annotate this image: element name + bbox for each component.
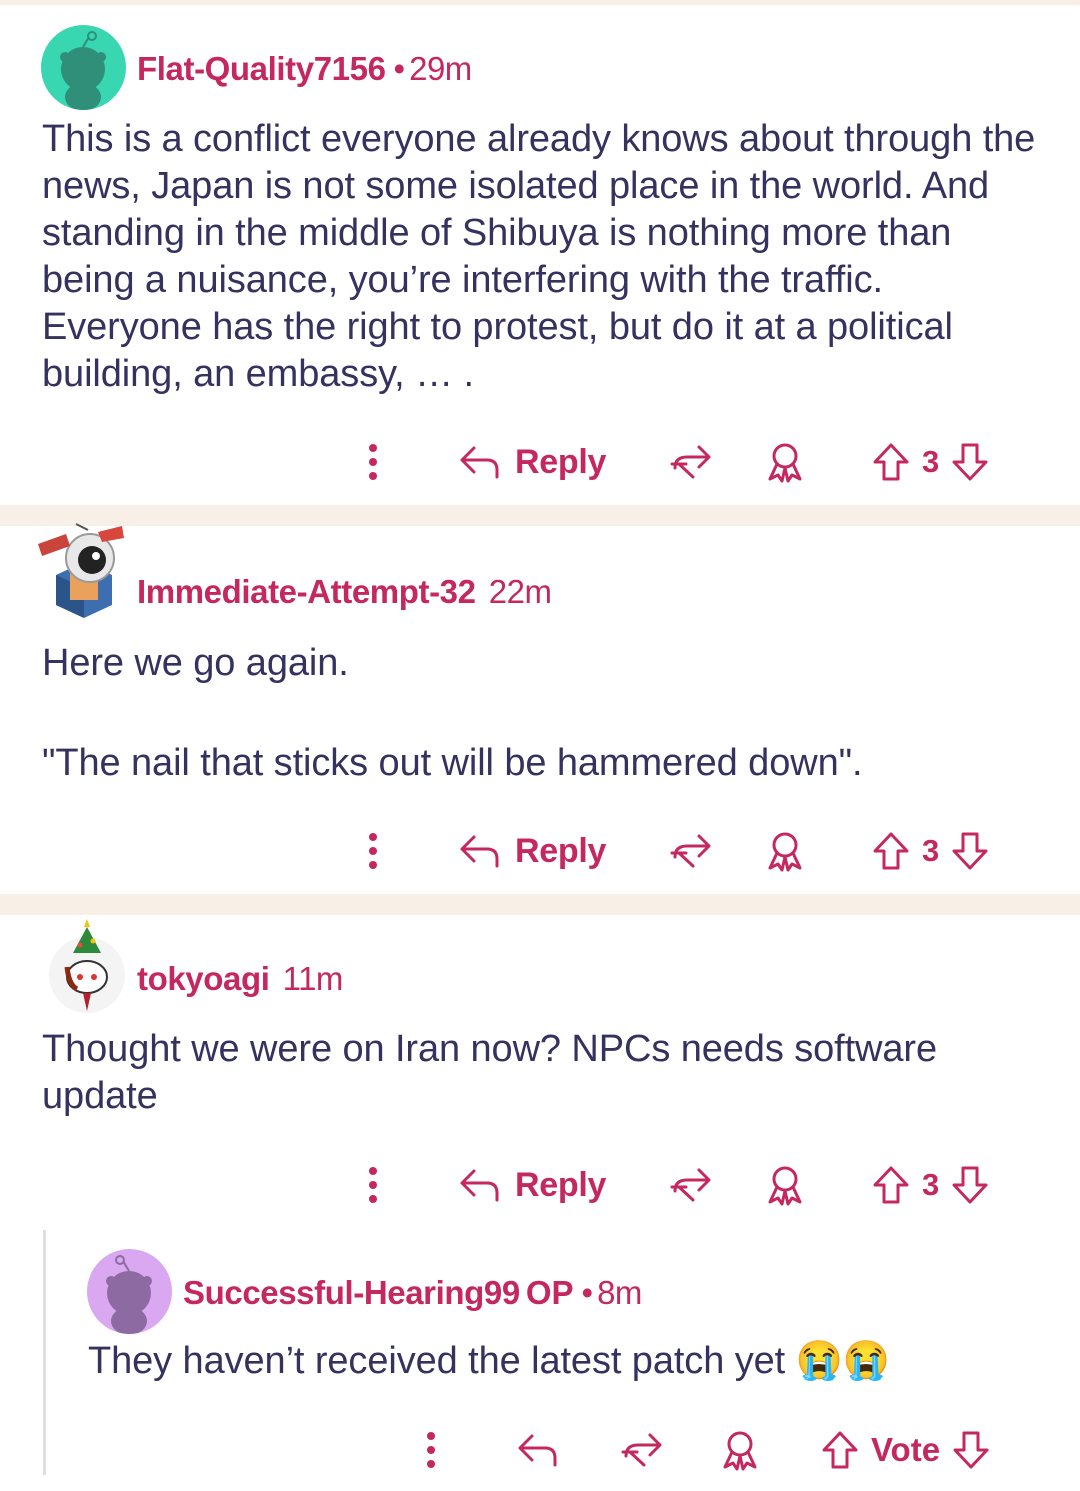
share-icon (621, 1433, 662, 1467)
downvote-icon[interactable] (951, 831, 989, 871)
comment-meta: Flat-Quality7156 • 29m (137, 50, 472, 88)
award-icon (768, 1166, 802, 1206)
comment-body: Thought we were on Iran now? NPCs needs … (42, 1028, 938, 1117)
share-icon (670, 1168, 711, 1202)
downvote-icon[interactable] (951, 442, 989, 482)
timestamp: 8m (597, 1274, 642, 1311)
timestamp: 29m (409, 50, 472, 87)
nested-comment: Successful-Hearing99 OP • 8m They haven’t r… (0, 1245, 1080, 1485)
snoo-teal-avatar[interactable] (41, 25, 126, 110)
comment-actions: Vote (0, 1425, 1080, 1475)
share-button[interactable] (669, 1160, 713, 1210)
award-icon (768, 832, 802, 872)
more-button[interactable] (423, 1425, 439, 1475)
upvote-icon[interactable] (872, 442, 910, 482)
award-icon (768, 443, 802, 483)
upvote-icon[interactable] (872, 1165, 910, 1205)
reply-label: Reply (515, 831, 607, 870)
username[interactable]: Successful-Hearing99 (183, 1274, 520, 1311)
meta-dot: • (581, 1274, 594, 1311)
op-badge: OP (525, 1274, 574, 1311)
upvote-icon[interactable] (821, 1430, 859, 1470)
upvote-icon[interactable] (872, 831, 910, 871)
comment-body: This is a conflict everyone already know… (42, 118, 1036, 395)
timestamp: 11m (282, 960, 344, 997)
award-button[interactable] (765, 1160, 805, 1210)
timestamp: 22m (488, 573, 552, 610)
share-icon (670, 834, 711, 868)
username[interactable]: Immediate-Attempt-32 (137, 573, 476, 610)
reply-icon (460, 1169, 499, 1202)
username[interactable]: tokyoagi (137, 960, 270, 997)
downvote-icon[interactable] (951, 1165, 989, 1205)
comment: tokyoagi 11m Thought we were on Iran now… (0, 915, 1080, 1491)
robot-avatar[interactable] (36, 520, 132, 620)
vote-group: 3 (872, 437, 989, 487)
comment-body: They haven’t received the latest patch y… (88, 1340, 890, 1382)
comment-meta: Successful-Hearing99 OP • 8m (183, 1274, 642, 1312)
more-icon (369, 833, 377, 869)
share-button[interactable] (620, 1425, 664, 1475)
award-button[interactable] (720, 1425, 760, 1475)
more-button[interactable] (365, 1160, 381, 1210)
downvote-icon[interactable] (952, 1430, 990, 1470)
snoo-xmas-hat-avatar[interactable] (47, 915, 137, 1015)
award-button[interactable] (765, 437, 805, 487)
vote-group: Vote (821, 1425, 990, 1475)
separator (0, 894, 1080, 915)
reply-button[interactable]: Reply (459, 437, 606, 487)
reply-button[interactable]: Reply (459, 826, 606, 876)
comment: Immediate-Attempt-32 22m Here we go agai… (0, 523, 1080, 894)
comment-actions: Reply 3 (0, 437, 1080, 487)
separator (0, 505, 1080, 526)
share-icon (670, 445, 711, 479)
reply-icon (518, 1434, 557, 1467)
snoo-purple-avatar[interactable] (87, 1249, 172, 1334)
vote-count: 3 (922, 444, 940, 479)
comment-body: Here we go again. "The nail that sticks … (42, 642, 863, 784)
reply-label: Reply (515, 442, 607, 481)
vote-count: 3 (922, 833, 940, 868)
more-icon (369, 1167, 377, 1203)
meta-dot: • (393, 50, 406, 87)
vote-label: Vote (871, 1431, 941, 1468)
more-button[interactable] (365, 437, 381, 487)
comment-meta: Immediate-Attempt-32 22m (137, 573, 552, 611)
award-button[interactable] (765, 826, 805, 876)
reply-label: Reply (515, 1165, 607, 1204)
vote-count: 3 (922, 1167, 940, 1202)
reply-icon (460, 446, 499, 479)
reply-icon (460, 835, 499, 868)
comment: Flat-Quality7156 • 29m This is a conflict … (0, 0, 1080, 505)
username[interactable]: Flat-Quality7156 (137, 50, 386, 87)
more-icon (427, 1432, 435, 1468)
vote-group: 3 (872, 826, 989, 876)
vote-group: 3 (872, 1160, 989, 1210)
reply-button[interactable] (517, 1425, 559, 1475)
comment-actions: Reply 3 (0, 826, 1080, 876)
more-button[interactable] (365, 826, 381, 876)
comment-meta: tokyoagi 11m (137, 960, 343, 998)
award-icon (723, 1431, 757, 1471)
reply-button[interactable]: Reply (459, 1160, 606, 1210)
comment-actions: Reply 3 (0, 1160, 1080, 1210)
more-icon (369, 444, 377, 480)
share-button[interactable] (669, 826, 713, 876)
share-button[interactable] (669, 437, 713, 487)
